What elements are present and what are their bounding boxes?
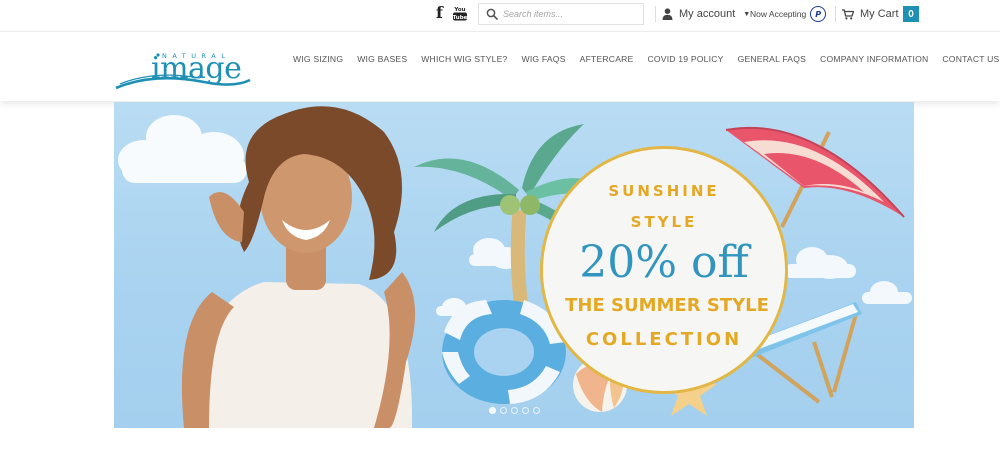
cart-icon [842, 8, 854, 19]
account-label: My account [679, 8, 736, 20]
account-menu[interactable]: My account ▼ [662, 6, 750, 22]
carousel-dot[interactable] [500, 407, 507, 414]
carousel-dot[interactable] [533, 407, 540, 414]
promo-line-4: THE SUMMER STYLE [565, 295, 769, 316]
user-icon [662, 8, 673, 20]
divider [835, 6, 836, 22]
carousel-dot[interactable] [489, 407, 496, 414]
nav-item-covid-19-policy[interactable]: COVID 19 POLICY [648, 54, 724, 68]
nav-item-company-information[interactable]: COMPANY INFORMATION [820, 54, 928, 68]
facebook-icon[interactable]: f [436, 5, 446, 21]
promo-badge: SUNSHINE STYLE 20% off THE SUMMER STYLE … [540, 146, 788, 394]
divider [655, 6, 656, 22]
nav-item-wig-sizing[interactable]: WIG SIZING [293, 54, 343, 68]
hero-illustration [118, 106, 912, 428]
search-icon[interactable] [486, 8, 498, 20]
nav-item-aftercare[interactable]: AFTERCARE [580, 54, 634, 68]
cart-link[interactable]: My Cart [842, 6, 899, 22]
search-input[interactable] [503, 6, 639, 22]
carousel-dot[interactable] [511, 407, 518, 414]
svg-text:Tube: Tube [453, 15, 467, 21]
promo-line-1: SUNSHINE [608, 182, 720, 200]
accepting-label: Now Accepting [750, 9, 807, 19]
svg-text:You: You [453, 7, 465, 13]
utility-bar: f You Tube My account ▼ Now Accepting P [0, 0, 1000, 30]
site-header: NATURAL image WIG SIZING WIG BASES WHICH… [0, 31, 1000, 101]
payment-accepted: Now Accepting P [750, 6, 827, 22]
cart-count-badge[interactable]: 0 [903, 6, 919, 22]
main-nav: WIG SIZING WIG BASES WHICH WIG STYLE? WI… [293, 54, 999, 68]
promo-discount: 20% off [579, 237, 749, 288]
promo-line-5: COLLECTION [585, 329, 743, 350]
cart-label: My Cart [860, 8, 899, 20]
carousel-dots [489, 407, 540, 414]
brand-logo[interactable]: NATURAL image [114, 42, 254, 92]
nav-item-contact-us[interactable]: CONTACT US [942, 54, 999, 68]
nav-item-general-faqs[interactable]: GENERAL FAQS [738, 54, 806, 68]
cloud-icon [118, 115, 247, 183]
promo-line-2: STYLE [630, 213, 698, 231]
hero-banner[interactable]: SUNSHINE STYLE 20% off THE SUMMER STYLE … [114, 102, 914, 428]
youtube-icon[interactable]: You Tube [453, 5, 468, 21]
nav-item-wig-faqs[interactable]: WIG FAQS [522, 54, 566, 68]
search-box [478, 3, 644, 25]
carousel-dot[interactable] [522, 407, 529, 414]
nav-item-wig-bases[interactable]: WIG BASES [357, 54, 407, 68]
paypal-icon: P [810, 6, 827, 22]
nav-item-which-wig-style[interactable]: WHICH WIG STYLE? [421, 54, 507, 68]
